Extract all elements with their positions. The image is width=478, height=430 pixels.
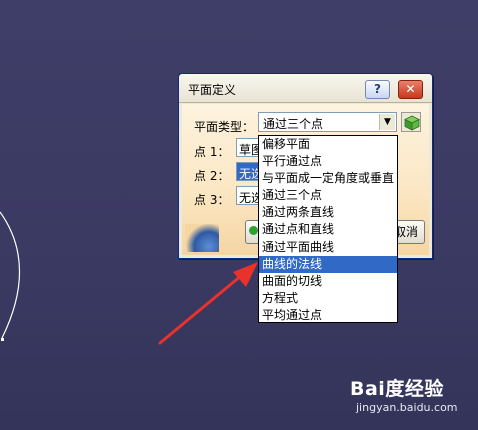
dropdown-item-selected[interactable]: 曲线的法线	[259, 255, 397, 273]
plane-type-label: 平面类型：	[194, 120, 255, 134]
create-plane-button[interactable]	[401, 112, 421, 132]
earth-decoration	[185, 224, 219, 252]
cancel-button[interactable]: 取消	[397, 220, 425, 244]
scene-curve	[0, 211, 21, 339]
help-button[interactable]: ?	[365, 80, 390, 99]
plane-type-select[interactable]: 通过三个点 ▼	[258, 112, 397, 132]
dropdown-item[interactable]: 通过三个点	[259, 187, 397, 204]
dropdown-item[interactable]: 与平面成一定角度或垂直	[259, 170, 397, 187]
red-arrow-icon	[158, 262, 258, 345]
point2-label: 点 2：	[194, 169, 230, 183]
dropdown-item[interactable]: 通过两条直线	[259, 204, 397, 221]
ok-icon	[249, 226, 258, 235]
plane-type-value: 通过三个点	[263, 117, 324, 131]
plane-type-dropdown-list: 偏移平面 平行通过点 与平面成一定角度或垂直 通过三个点 通过两条直线 通过点和…	[258, 135, 398, 323]
cube-icon	[404, 115, 420, 131]
dialog-title: 平面定义	[188, 83, 237, 97]
point1-field[interactable]: 草图	[236, 138, 260, 157]
dropdown-item[interactable]: 曲面的切线	[259, 273, 397, 290]
close-button[interactable]: ✕	[398, 80, 423, 99]
point3-field[interactable]: 无选择	[236, 186, 260, 205]
watermark-brand: Bai度经验	[350, 378, 444, 400]
dropdown-item[interactable]: 方程式	[259, 290, 397, 307]
chevron-down-icon[interactable]: ▼	[379, 114, 395, 130]
dropdown-item[interactable]: 通过平面曲线	[259, 239, 397, 256]
dialog-titlebar[interactable]: 平面定义 ? ✕	[179, 74, 432, 103]
dropdown-item[interactable]: 通过点和直线	[259, 221, 397, 238]
point1-label: 点 1：	[194, 145, 230, 159]
watermark-url: jingyan.baidu.com	[356, 401, 458, 414]
point3-label: 点 3：	[194, 193, 230, 207]
baidu-watermark: Bai度经验 jingyan.baidu.com	[350, 374, 458, 414]
scene-point	[1, 338, 4, 341]
dropdown-item[interactable]: 偏移平面	[259, 136, 397, 153]
dropdown-item[interactable]: 平行通过点	[259, 153, 397, 170]
dropdown-item[interactable]: 平均通过点	[259, 307, 397, 322]
point2-field[interactable]: 无选择	[236, 162, 260, 181]
